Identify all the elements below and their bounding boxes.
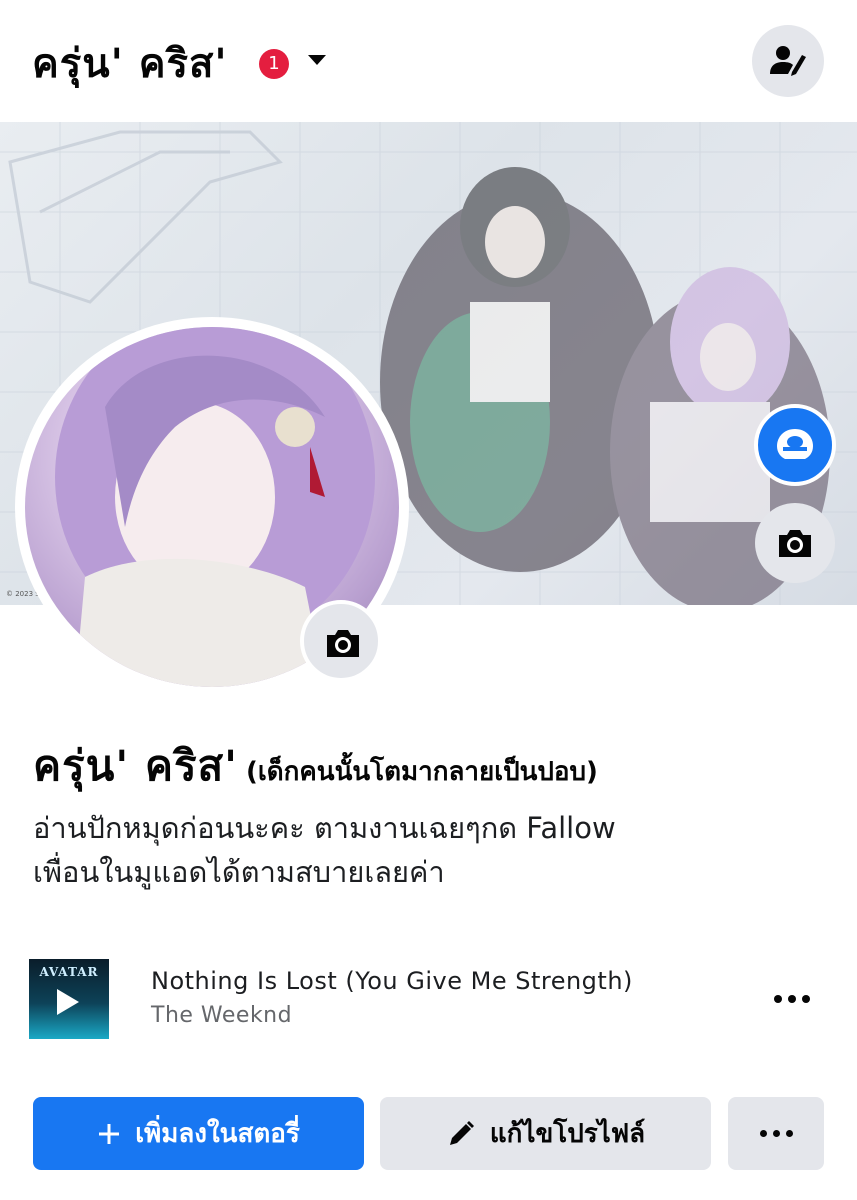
- bio-line-2: เพื่อนในมูแอดได้ตามสบายเลยค่า: [33, 855, 445, 889]
- camera-icon: [779, 530, 811, 557]
- edit-profile-person-icon: [770, 46, 806, 76]
- bio-line-1: อ่านปักหมุดก่อนนะคะ ตามงานเฉยๆกด Fallow: [33, 811, 616, 845]
- more-dot: [785, 1130, 793, 1137]
- header-profile-name[interactable]: ครุ่น' คริส': [32, 38, 228, 90]
- cover-camera-button[interactable]: [755, 503, 835, 583]
- more-dot: [772, 1130, 780, 1137]
- profile-name: ครุ่น' คริส' (เด็กคนนั้นโตมากลายเป็นปอบ): [33, 738, 598, 803]
- plus-icon: [97, 1122, 121, 1146]
- more-dot: [774, 995, 782, 1003]
- music-more-button[interactable]: [770, 983, 814, 1013]
- play-icon[interactable]: [57, 989, 79, 1015]
- album-label: AVATAR: [39, 965, 99, 979]
- song-title: Nothing Is Lost (You Give Me Strength): [151, 967, 633, 995]
- avatar-camera-button[interactable]: [300, 600, 382, 682]
- edit-profile-label: แก้ไขโปรไฟล์: [489, 1119, 646, 1149]
- more-dot: [788, 995, 796, 1003]
- song-artist: The Weeknd: [151, 1003, 293, 1028]
- edit-profile-person-button[interactable]: [752, 25, 824, 97]
- top-header: ครุ่น' คริส' 1: [0, 0, 857, 122]
- add-to-story-button[interactable]: เพิ่มลงในสตอรี่: [33, 1097, 364, 1170]
- profile-music[interactable]: AVATAR Nothing Is Lost (You Give Me Stre…: [0, 955, 857, 1047]
- chevron-down-icon[interactable]: [308, 55, 326, 65]
- edit-profile-button[interactable]: แก้ไขโปรไฟล์: [380, 1097, 711, 1170]
- add-to-story-label: เพิ่มลงในสตอรี่: [135, 1119, 300, 1149]
- profile-alternate-name: (เด็กคนนั้นโตมากลายเป็นปอบ): [246, 757, 598, 787]
- more-options-button[interactable]: [728, 1097, 824, 1170]
- notification-badge[interactable]: 1: [259, 49, 289, 79]
- more-dot: [802, 995, 810, 1003]
- more-dot: [759, 1130, 767, 1137]
- album-art[interactable]: AVATAR: [29, 959, 109, 1039]
- profile-name-main: ครุ่น' คริส': [33, 741, 238, 790]
- profile-bio: อ่านปักหมุดก่อนนะคะ ตามงานเฉยๆกด Fallow …: [33, 806, 813, 894]
- messenger-button[interactable]: [754, 404, 836, 486]
- pencil-icon: [446, 1119, 476, 1149]
- camera-icon: [327, 630, 359, 657]
- messenger-a-icon: [777, 429, 813, 459]
